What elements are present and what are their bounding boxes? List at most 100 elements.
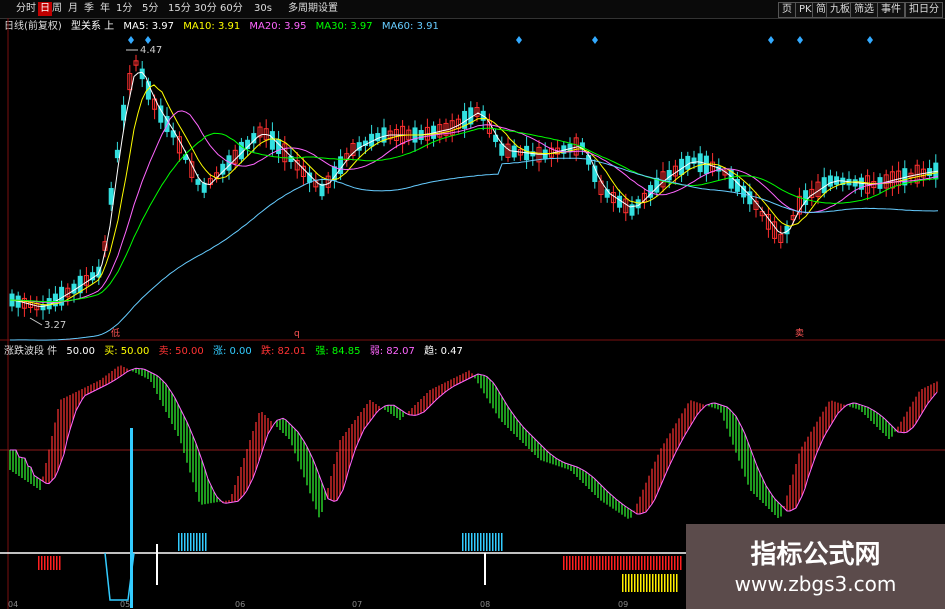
sell-bar [41,556,43,570]
sell-bar [50,556,52,570]
dip-outline [104,552,135,601]
buy-bar [187,533,189,551]
sell-bar [605,556,607,570]
sell-bar [599,556,601,570]
sell-bar [620,556,622,570]
date-tick-2: 06 [235,600,245,609]
sell-bar [590,556,592,570]
sell-bar [569,556,571,570]
buy-bar [462,533,464,551]
ma-line-4 [10,157,939,341]
trend-bar [628,574,630,592]
ind-value-fall: 跌: 82.01 [260,346,307,357]
indicator-name[interactable]: 涨跌波段 件 [4,346,57,357]
signal-diamond-2 [516,36,522,44]
buy-bar [501,533,503,551]
sell-bar [626,556,628,570]
chart-window: 分时日周月季年 1分 5分 15分 30分 60分 30s 多周期 设置页 PK 简九板 筛选 事件 扣日… [0,0,945,609]
sell-bar [587,556,589,570]
candle-body [46,298,52,310]
sell-bar [638,556,640,570]
candle-body [369,133,375,147]
weak-line [10,367,938,515]
buy-bar [190,533,192,551]
sell-bar [581,556,583,570]
candle-body [108,188,114,205]
indicator-info-line: 涨跌波段 件 50.00 买: 50.00 卖: 50.00 涨: 0.00 跌… [4,345,469,358]
sell-bar [563,556,565,570]
sell-bar [596,556,598,570]
sell-bar [44,556,46,570]
marker-q: q [294,329,300,339]
candle-body [121,104,127,121]
sell-bar [671,556,673,570]
buy-bar [196,533,198,551]
sell-bar [614,556,616,570]
candle-body [201,182,207,193]
candle-body [269,131,275,150]
ind-value-buy: 买: 50.00 [104,346,150,357]
trend-bar [643,574,645,592]
buy-bar [498,533,500,551]
trend-bar [646,574,648,592]
ma-line-3 [9,127,939,303]
trend-bar [658,574,660,592]
trend-bar [634,574,636,592]
trend-bar [661,574,663,592]
buy-bar [489,533,491,551]
buy-bar [480,533,482,551]
candle-body [803,190,809,206]
signal-bars [38,428,682,608]
sell-bar [602,556,604,570]
trend-bar [652,574,654,592]
signal-diamond-4 [768,36,774,44]
sell-bar [635,556,637,570]
candle-body [319,183,325,197]
trend-bar [670,574,672,592]
ind-value-sell: 卖: 50.00 [158,346,204,357]
ind-value-rise: 涨: 0.00 [212,346,252,357]
ma-line-0 [9,71,939,308]
buy-bar [483,533,485,551]
trend-bar [631,574,633,592]
chart-canvas[interactable]: 04 05 06 07 08 09 4.47 3.27 低 q 卖 [0,0,945,609]
sell-bar [653,556,655,570]
trend-bar [649,574,651,592]
indicator-lines [10,367,938,515]
candle-body [276,139,282,155]
sell-bar [47,556,49,570]
buy-bar [184,533,186,551]
date-tick-3: 07 [352,600,362,609]
ma-line-1 [9,84,939,306]
sell-bar [608,556,610,570]
sell-bar [632,556,634,570]
buy-bar [181,533,183,551]
trend-bar [664,574,666,592]
candle-body [821,177,827,194]
buy-bar [477,533,479,551]
sell-bar [38,556,40,570]
sell-bar [680,556,682,570]
candlestick-series [9,54,939,320]
sell-bar [578,556,580,570]
candle-body [827,175,833,187]
signal-diamond-5 [797,36,803,44]
sell-bar [647,556,649,570]
sell-bar [644,556,646,570]
buy-bar [492,533,494,551]
sell-bar [53,556,55,570]
signal-diamond-1 [145,36,151,44]
sell-bar [623,556,625,570]
sell-bar [656,556,658,570]
buy-bar [471,533,473,551]
watermark-title: 指标公式网 [750,540,881,570]
high-price-label: 4.47 [140,45,162,56]
buy-bar [202,533,204,551]
sell-bar [641,556,643,570]
trend-bar [667,574,669,592]
indicator-histogram [9,365,938,519]
trend-bar [622,574,624,592]
buy-bar [495,533,497,551]
ind-value-weak: 弱: 82.07 [369,346,415,357]
date-tick-5: 09 [618,600,628,609]
